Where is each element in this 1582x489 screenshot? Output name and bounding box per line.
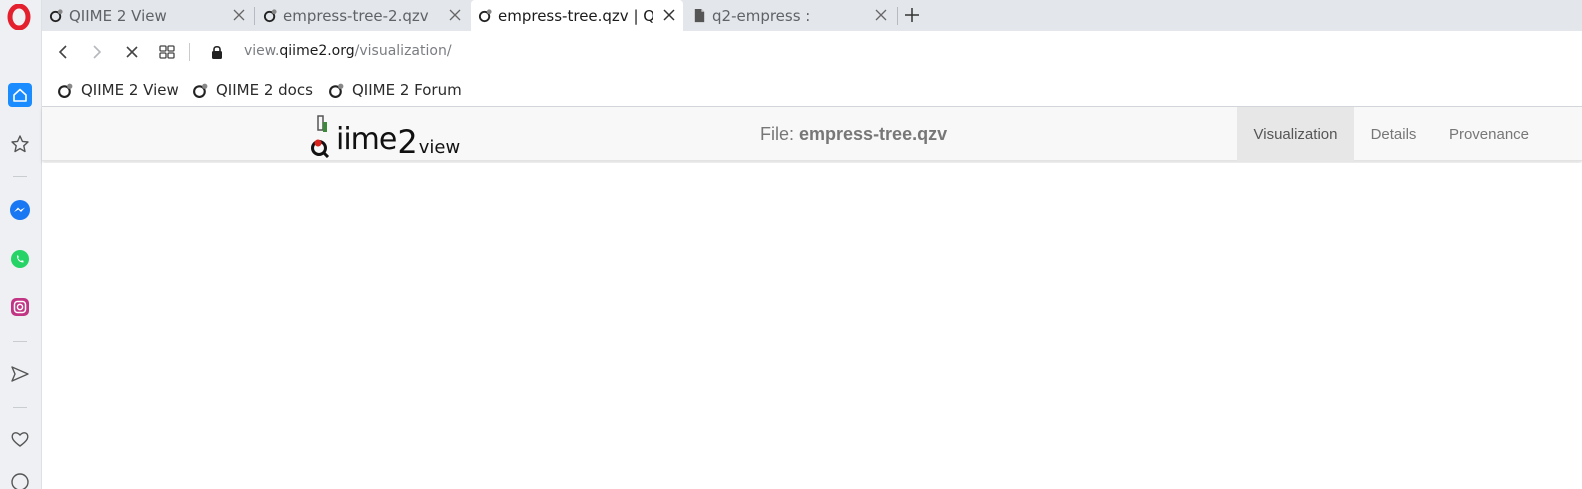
back-icon[interactable] <box>53 42 73 62</box>
tab-empress-tree[interactable]: empress-tree.qzv | QI <box>471 0 683 31</box>
forward-icon[interactable] <box>87 42 107 62</box>
document-icon <box>694 8 705 23</box>
tab-provenance[interactable]: Provenance <box>1433 107 1545 161</box>
messenger-icon[interactable] <box>8 198 32 222</box>
url-prefix: view. <box>244 43 280 59</box>
file-name: empress-tree.qzv <box>799 124 948 144</box>
qiime-favicon <box>263 9 277 23</box>
heart-icon[interactable] <box>8 427 32 451</box>
tab-details[interactable]: Details <box>1354 107 1433 161</box>
close-icon[interactable] <box>873 7 889 23</box>
tab-divider <box>897 7 898 25</box>
bookmarks-bar: QIIME 2 View QIIME 2 docs QIIME 2 Forum <box>42 73 1582 107</box>
logo-text-visual: iime <box>336 122 397 157</box>
file-title: File: empress-tree.qzv <box>760 124 947 145</box>
qiime-favicon <box>478 9 492 23</box>
bookmark-label: QIIME 2 docs <box>216 81 313 99</box>
web-page: qiime iime 2 view File: empress-tree.qzv… <box>42 107 1582 489</box>
tab-empress-tree-2[interactable]: empress-tree-2.qzv | <box>256 0 469 31</box>
new-tab-icon[interactable] <box>902 5 922 25</box>
tab-title: empress-tree-2.qzv | <box>283 6 433 25</box>
close-icon[interactable] <box>661 7 677 23</box>
stop-loading-icon[interactable] <box>122 42 142 62</box>
url-host: qiime2.org <box>279 43 355 59</box>
whatsapp-icon[interactable] <box>8 247 32 271</box>
star-icon[interactable] <box>8 132 32 156</box>
qiime-favicon <box>329 83 344 98</box>
tab-title: q2-empress : <box>712 6 811 25</box>
toolbar-divider <box>189 43 190 61</box>
instagram-icon[interactable] <box>8 295 32 319</box>
url-path: /visualization/ <box>354 43 452 59</box>
sidebar-divider <box>13 407 27 408</box>
sidebar-divider <box>13 341 27 342</box>
tab-divider <box>254 7 255 25</box>
qiime-favicon <box>49 9 63 23</box>
qiime-favicon <box>58 83 73 98</box>
file-label: File: <box>760 124 800 144</box>
qiime-favicon <box>193 83 208 98</box>
qiime-navbar: qiime iime 2 view File: empress-tree.qzv… <box>42 107 1582 161</box>
tab-visualization[interactable]: Visualization <box>1237 107 1354 161</box>
bookmark-label: QIIME 2 View <box>81 81 179 99</box>
opera-sidebar <box>0 0 42 489</box>
tab-qiime2-view[interactable]: QIIME 2 View <box>42 0 253 31</box>
tab-q2-empress[interactable]: q2-empress : <box>685 0 895 31</box>
bookmark-label: QIIME 2 Forum <box>352 81 462 99</box>
home-icon[interactable] <box>8 83 32 107</box>
clock-icon[interactable] <box>8 470 32 489</box>
logo-two: 2 <box>397 123 418 161</box>
bookmark-qiime2-view[interactable]: QIIME 2 View <box>57 79 179 101</box>
opera-logo[interactable] <box>7 4 31 30</box>
bookmark-qiime2-docs[interactable]: QIIME 2 docs <box>192 79 313 101</box>
logo-view: view <box>418 137 461 158</box>
lock-icon[interactable] <box>210 44 224 60</box>
tab-title: empress-tree.qzv | QI <box>498 6 653 25</box>
bookmark-qiime2-forum[interactable]: QIIME 2 Forum <box>328 79 462 101</box>
qiime-logo-mark <box>311 115 330 158</box>
sidebar-divider <box>13 176 27 177</box>
close-icon[interactable] <box>231 7 247 23</box>
tab-strip: QIIME 2 View empress-tree-2.qzv | empres… <box>42 0 1582 31</box>
qiime2-view-logo[interactable]: qiime iime 2 view <box>310 110 460 158</box>
send-icon[interactable] <box>8 362 32 386</box>
address-bar: view.qiime2.org/visualization/ <box>42 31 1582 73</box>
url-field[interactable]: view.qiime2.org/visualization/ <box>244 43 452 59</box>
close-icon[interactable] <box>447 7 463 23</box>
visualization-content-area <box>42 163 1582 489</box>
tab-title: QIIME 2 View <box>69 6 167 25</box>
browser-window: QIIME 2 View empress-tree-2.qzv | empres… <box>0 0 1582 489</box>
tab-grid-icon[interactable] <box>157 42 177 62</box>
